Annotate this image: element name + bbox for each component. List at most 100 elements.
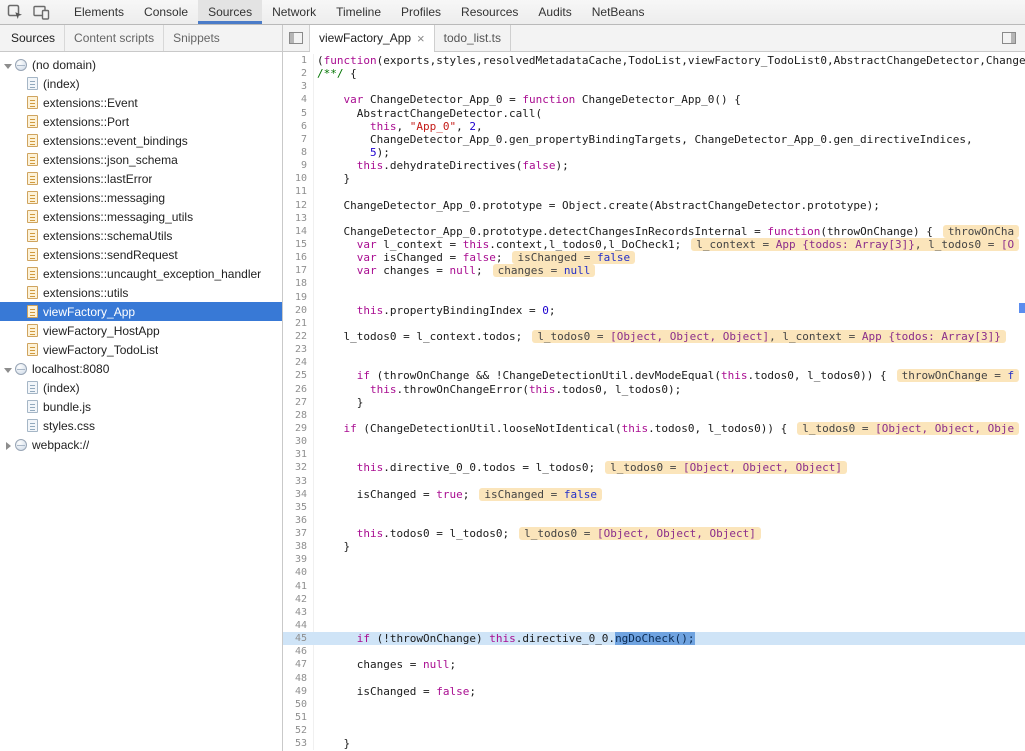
code-line[interactable]: 1(function(exports,styles,resolvedMetada… bbox=[283, 54, 1025, 67]
tree-item-no-domain[interactable]: (no domain) bbox=[0, 55, 282, 74]
code-line-content[interactable]: AbstractChangeDetector.call( bbox=[314, 107, 1025, 120]
code-line[interactable]: 46 bbox=[283, 645, 1025, 658]
line-number[interactable]: 37 bbox=[283, 527, 314, 540]
line-number[interactable]: 28 bbox=[283, 409, 314, 422]
code-line-content[interactable] bbox=[314, 711, 1025, 724]
tree-item-index[interactable]: (index) bbox=[0, 74, 282, 93]
code-line-content[interactable]: } bbox=[314, 396, 1025, 409]
code-line-content[interactable]: this.directive_0_0.todos = l_todos0;l_to… bbox=[314, 461, 1025, 474]
disclosure-triangle-icon[interactable] bbox=[3, 59, 14, 71]
line-number[interactable]: 21 bbox=[283, 317, 314, 330]
tree-item-extensions-event-bindings[interactable]: extensions::event_bindings bbox=[0, 131, 282, 150]
line-number[interactable]: 30 bbox=[283, 435, 314, 448]
code-line-content[interactable]: this.dehydrateDirectives(false); bbox=[314, 159, 1025, 172]
code-line[interactable]: 36 bbox=[283, 514, 1025, 527]
code-line[interactable]: 20 this.propertyBindingIndex = 0; bbox=[283, 304, 1025, 317]
code-line[interactable]: 29 if (ChangeDetectionUtil.looseNotIdent… bbox=[283, 422, 1025, 435]
line-number[interactable]: 35 bbox=[283, 501, 314, 514]
line-number[interactable]: 12 bbox=[283, 199, 314, 212]
line-number[interactable]: 29 bbox=[283, 422, 314, 435]
line-number[interactable]: 13 bbox=[283, 212, 314, 225]
main-tab-sources[interactable]: Sources bbox=[198, 0, 262, 24]
line-number[interactable]: 40 bbox=[283, 566, 314, 579]
code-line[interactable]: 10 } bbox=[283, 172, 1025, 185]
code-line-content[interactable] bbox=[314, 448, 1025, 461]
main-tab-timeline[interactable]: Timeline bbox=[326, 0, 391, 24]
line-number[interactable]: 25 bbox=[283, 369, 314, 382]
code-line-content[interactable]: isChanged = true;isChanged = false bbox=[314, 488, 1025, 501]
code-line[interactable]: 49 isChanged = false; bbox=[283, 685, 1025, 698]
code-line-content[interactable] bbox=[314, 566, 1025, 579]
code-line-content[interactable]: if (!throwOnChange) this.directive_0_0.n… bbox=[314, 632, 1025, 645]
sub-tab-sources[interactable]: Sources bbox=[2, 25, 64, 51]
line-number[interactable]: 43 bbox=[283, 606, 314, 619]
line-number[interactable]: 4 bbox=[283, 93, 314, 106]
code-line-content[interactable]: ChangeDetector_App_0.prototype = Object.… bbox=[314, 199, 1025, 212]
line-number[interactable]: 50 bbox=[283, 698, 314, 711]
code-line-content[interactable]: ChangeDetector_App_0.gen_propertyBinding… bbox=[314, 133, 1025, 146]
code-line-content[interactable] bbox=[314, 580, 1025, 593]
sub-tab-content-scripts[interactable]: Content scripts bbox=[64, 25, 163, 51]
code-line[interactable]: 32 this.directive_0_0.todos = l_todos0;l… bbox=[283, 461, 1025, 474]
main-tab-audits[interactable]: Audits bbox=[528, 0, 581, 24]
code-line-content[interactable]: var l_context = this.context,l_todos0,l_… bbox=[314, 238, 1025, 251]
line-number[interactable]: 45 bbox=[283, 632, 314, 645]
code-line[interactable]: 52 bbox=[283, 724, 1025, 737]
tree-item-extensions-uncaught-exception-handler[interactable]: extensions::uncaught_exception_handler bbox=[0, 264, 282, 283]
code-line-content[interactable]: } bbox=[314, 172, 1025, 185]
code-line-content[interactable] bbox=[314, 698, 1025, 711]
line-number[interactable]: 6 bbox=[283, 120, 314, 133]
tree-item-webpack[interactable]: webpack:// bbox=[0, 435, 282, 454]
line-number[interactable]: 31 bbox=[283, 448, 314, 461]
code-line-content[interactable] bbox=[314, 409, 1025, 422]
main-tab-elements[interactable]: Elements bbox=[64, 0, 134, 24]
code-line-content[interactable] bbox=[314, 593, 1025, 606]
code-line[interactable]: 43 bbox=[283, 606, 1025, 619]
code-line[interactable]: 8 5); bbox=[283, 146, 1025, 159]
code-line[interactable]: 9 this.dehydrateDirectives(false); bbox=[283, 159, 1025, 172]
code-line[interactable]: 50 bbox=[283, 698, 1025, 711]
main-tab-resources[interactable]: Resources bbox=[451, 0, 528, 24]
toggle-drawer-icon[interactable] bbox=[996, 25, 1025, 51]
code-line-content[interactable] bbox=[314, 343, 1025, 356]
code-line-content[interactable]: ChangeDetector_App_0.prototype.detectCha… bbox=[314, 225, 1025, 238]
code-line-content[interactable]: this.todos0 = l_todos0;l_todos0 = [Objec… bbox=[314, 527, 1025, 540]
code-line-content[interactable] bbox=[314, 514, 1025, 527]
inspect-element-icon[interactable] bbox=[7, 4, 23, 20]
code-line[interactable]: 42 bbox=[283, 593, 1025, 606]
code-line[interactable]: 7 ChangeDetector_App_0.gen_propertyBindi… bbox=[283, 133, 1025, 146]
device-mode-icon[interactable] bbox=[33, 5, 50, 20]
line-number[interactable]: 17 bbox=[283, 264, 314, 277]
code-line-content[interactable] bbox=[314, 606, 1025, 619]
line-number[interactable]: 18 bbox=[283, 277, 314, 290]
line-number[interactable]: 9 bbox=[283, 159, 314, 172]
code-line-content[interactable] bbox=[314, 435, 1025, 448]
code-line[interactable]: 48 bbox=[283, 672, 1025, 685]
code-line-content[interactable]: var changes = null;changes = null bbox=[314, 264, 1025, 277]
line-number[interactable]: 1 bbox=[283, 54, 314, 67]
line-number[interactable]: 52 bbox=[283, 724, 314, 737]
code-line-content[interactable]: var ChangeDetector_App_0 = function Chan… bbox=[314, 93, 1025, 106]
main-tab-network[interactable]: Network bbox=[262, 0, 326, 24]
line-number[interactable]: 2 bbox=[283, 67, 314, 80]
code-line[interactable]: 44 bbox=[283, 619, 1025, 632]
code-line[interactable]: 40 bbox=[283, 566, 1025, 579]
tree-item-extensions-schemautils[interactable]: extensions::schemaUtils bbox=[0, 226, 282, 245]
code-line-content[interactable]: if (ChangeDetectionUtil.looseNotIdentica… bbox=[314, 422, 1025, 435]
code-line-content[interactable] bbox=[314, 212, 1025, 225]
code-line[interactable]: 41 bbox=[283, 580, 1025, 593]
code-line-content[interactable] bbox=[314, 356, 1025, 369]
line-number[interactable]: 39 bbox=[283, 553, 314, 566]
code-line[interactable]: 3 bbox=[283, 80, 1025, 93]
tree-item-extensions-utils[interactable]: extensions::utils bbox=[0, 283, 282, 302]
disclosure-triangle-icon[interactable] bbox=[3, 439, 14, 451]
code-line-content[interactable]: } bbox=[314, 540, 1025, 553]
code-line[interactable]: 19 bbox=[283, 291, 1025, 304]
code-line[interactable]: 23 bbox=[283, 343, 1025, 356]
code-line-content[interactable] bbox=[314, 619, 1025, 632]
code-line[interactable]: 35 bbox=[283, 501, 1025, 514]
line-number[interactable]: 26 bbox=[283, 383, 314, 396]
tree-item-bundle-js[interactable]: bundle.js bbox=[0, 397, 282, 416]
tree-item-extensions-messaging-utils[interactable]: extensions::messaging_utils bbox=[0, 207, 282, 226]
line-number[interactable]: 42 bbox=[283, 593, 314, 606]
